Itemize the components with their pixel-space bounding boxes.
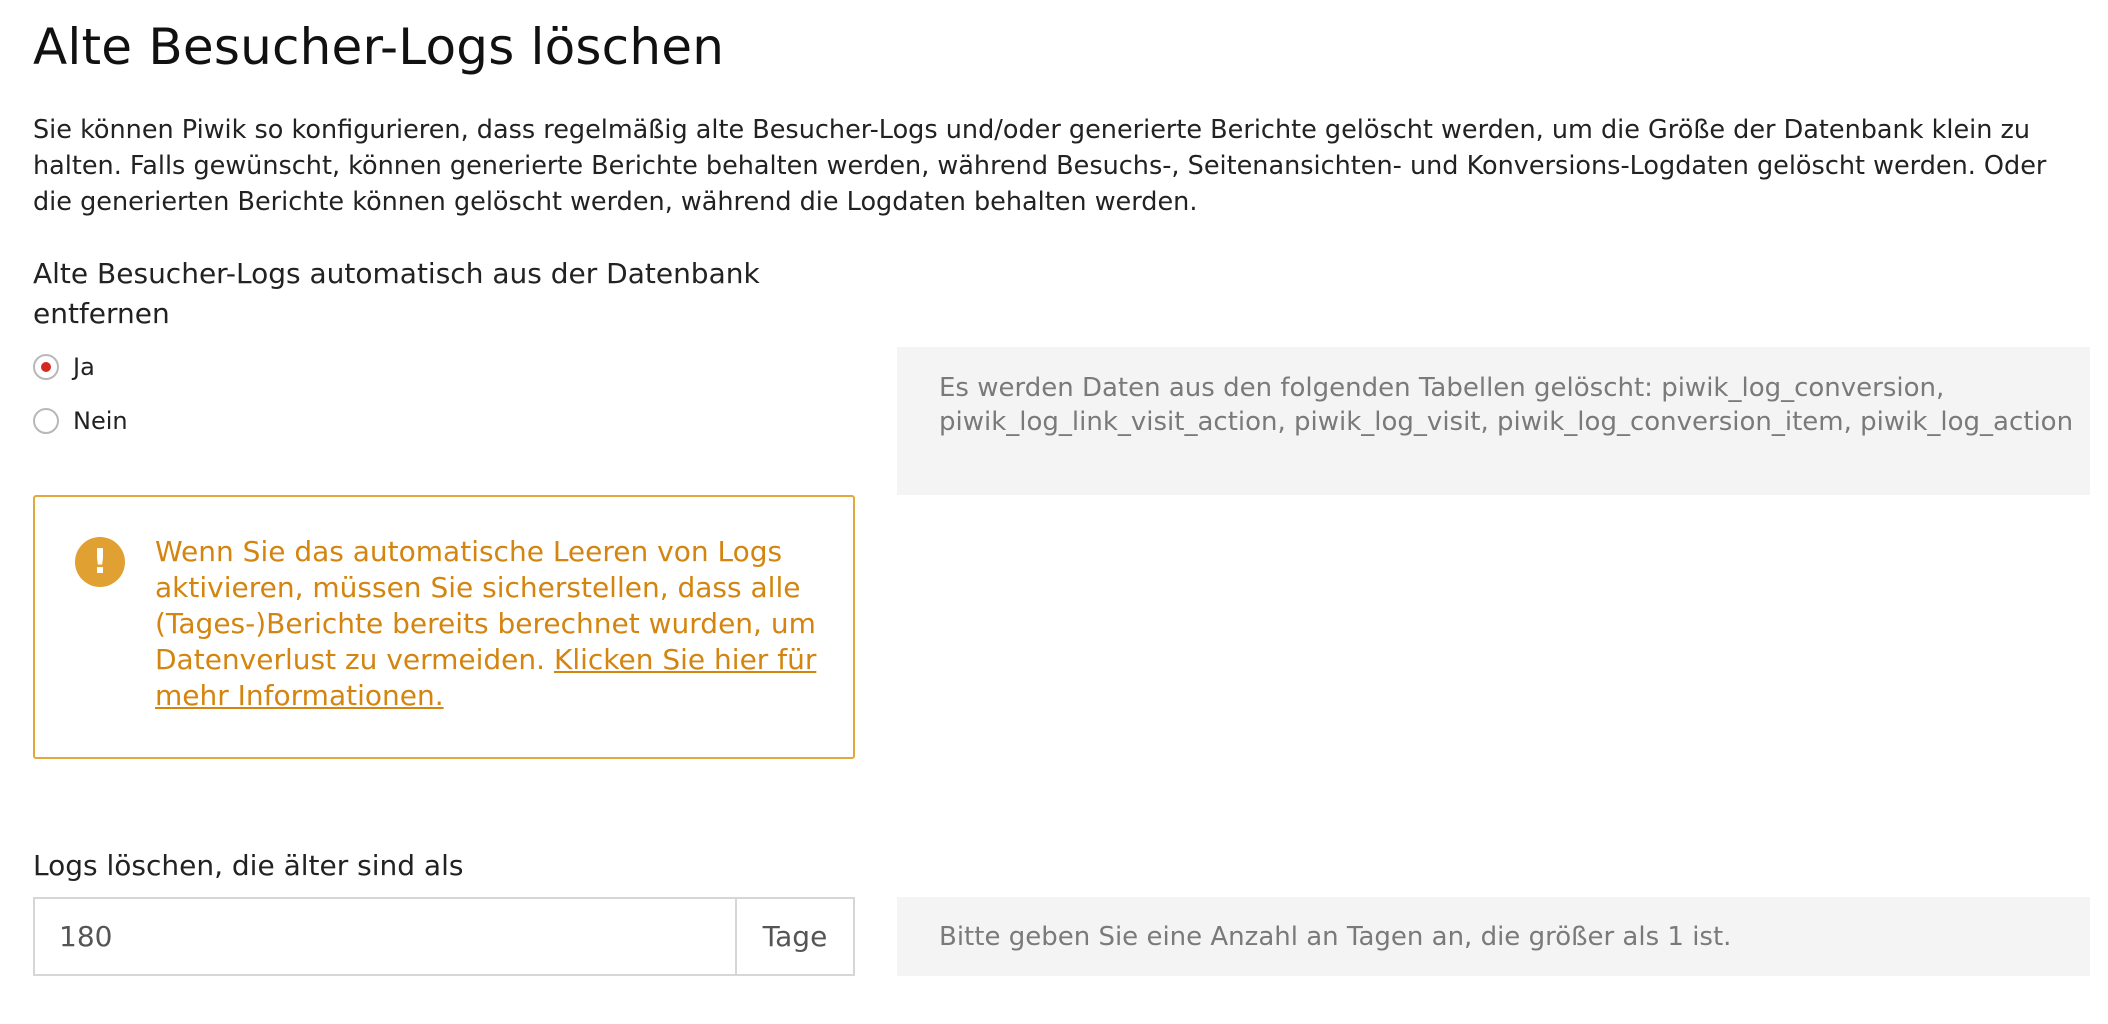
page-title: Alte Besucher-Logs löschen — [33, 18, 725, 76]
radio-no-label: Nein — [73, 407, 128, 435]
privacy-delete-logs-page: Alte Besucher-Logs löschen Sie können Pi… — [0, 0, 2108, 1024]
delete-logs-label: Alte Besucher-Logs automatisch aus der D… — [33, 257, 760, 330]
tables-info-box: Es werden Daten aus den folgenden Tabell… — [897, 347, 2090, 495]
radio-yes-label: Ja — [73, 353, 95, 381]
days-input[interactable] — [33, 897, 735, 976]
older-than-label: Logs löschen, die älter sind als — [33, 849, 464, 882]
warning-box: ! Wenn Sie das automatische Leeren von L… — [33, 495, 855, 759]
radio-no-control[interactable] — [33, 408, 59, 434]
radio-yes-control[interactable] — [33, 354, 59, 380]
days-help-box: Bitte geben Sie eine Anzahl an Tagen an,… — [897, 897, 2090, 976]
days-unit-addon: Tage — [735, 897, 855, 976]
warning-text: Wenn Sie das automatische Leeren von Log… — [155, 534, 835, 714]
radio-option-no[interactable]: Nein — [33, 407, 128, 435]
radio-option-yes[interactable]: Ja — [33, 353, 95, 381]
radio-selected-dot — [41, 362, 51, 372]
intro-text: Sie können Piwik so konfigurieren, dass … — [33, 115, 2047, 217]
exclamation-icon: ! — [75, 537, 125, 587]
